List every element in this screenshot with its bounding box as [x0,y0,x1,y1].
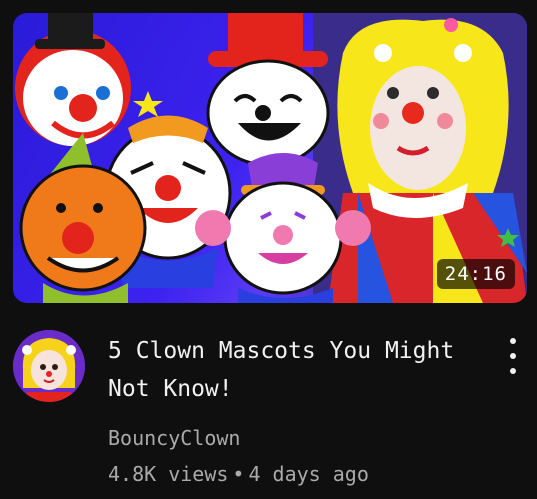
video-metadata: 4.8K views • 4 days ago [108,462,369,486]
video-thumbnail[interactable]: 24:16 [13,13,527,303]
meta-separator: • [232,462,245,486]
channel-name[interactable]: BouncyClown [108,426,240,450]
more-options-button[interactable] [498,334,528,378]
upload-age: 4 days ago [248,462,369,486]
avatar-image [13,330,85,402]
more-vert-icon [510,338,516,344]
more-vert-icon-dot [510,353,516,359]
more-vert-icon-dot [510,368,516,374]
channel-avatar[interactable] [13,330,85,402]
video-duration-badge: 24:16 [436,259,515,289]
view-count: 4.8K views [108,462,229,486]
video-title[interactable]: 5 Clown Mascots You Might Not Know! [108,332,478,408]
